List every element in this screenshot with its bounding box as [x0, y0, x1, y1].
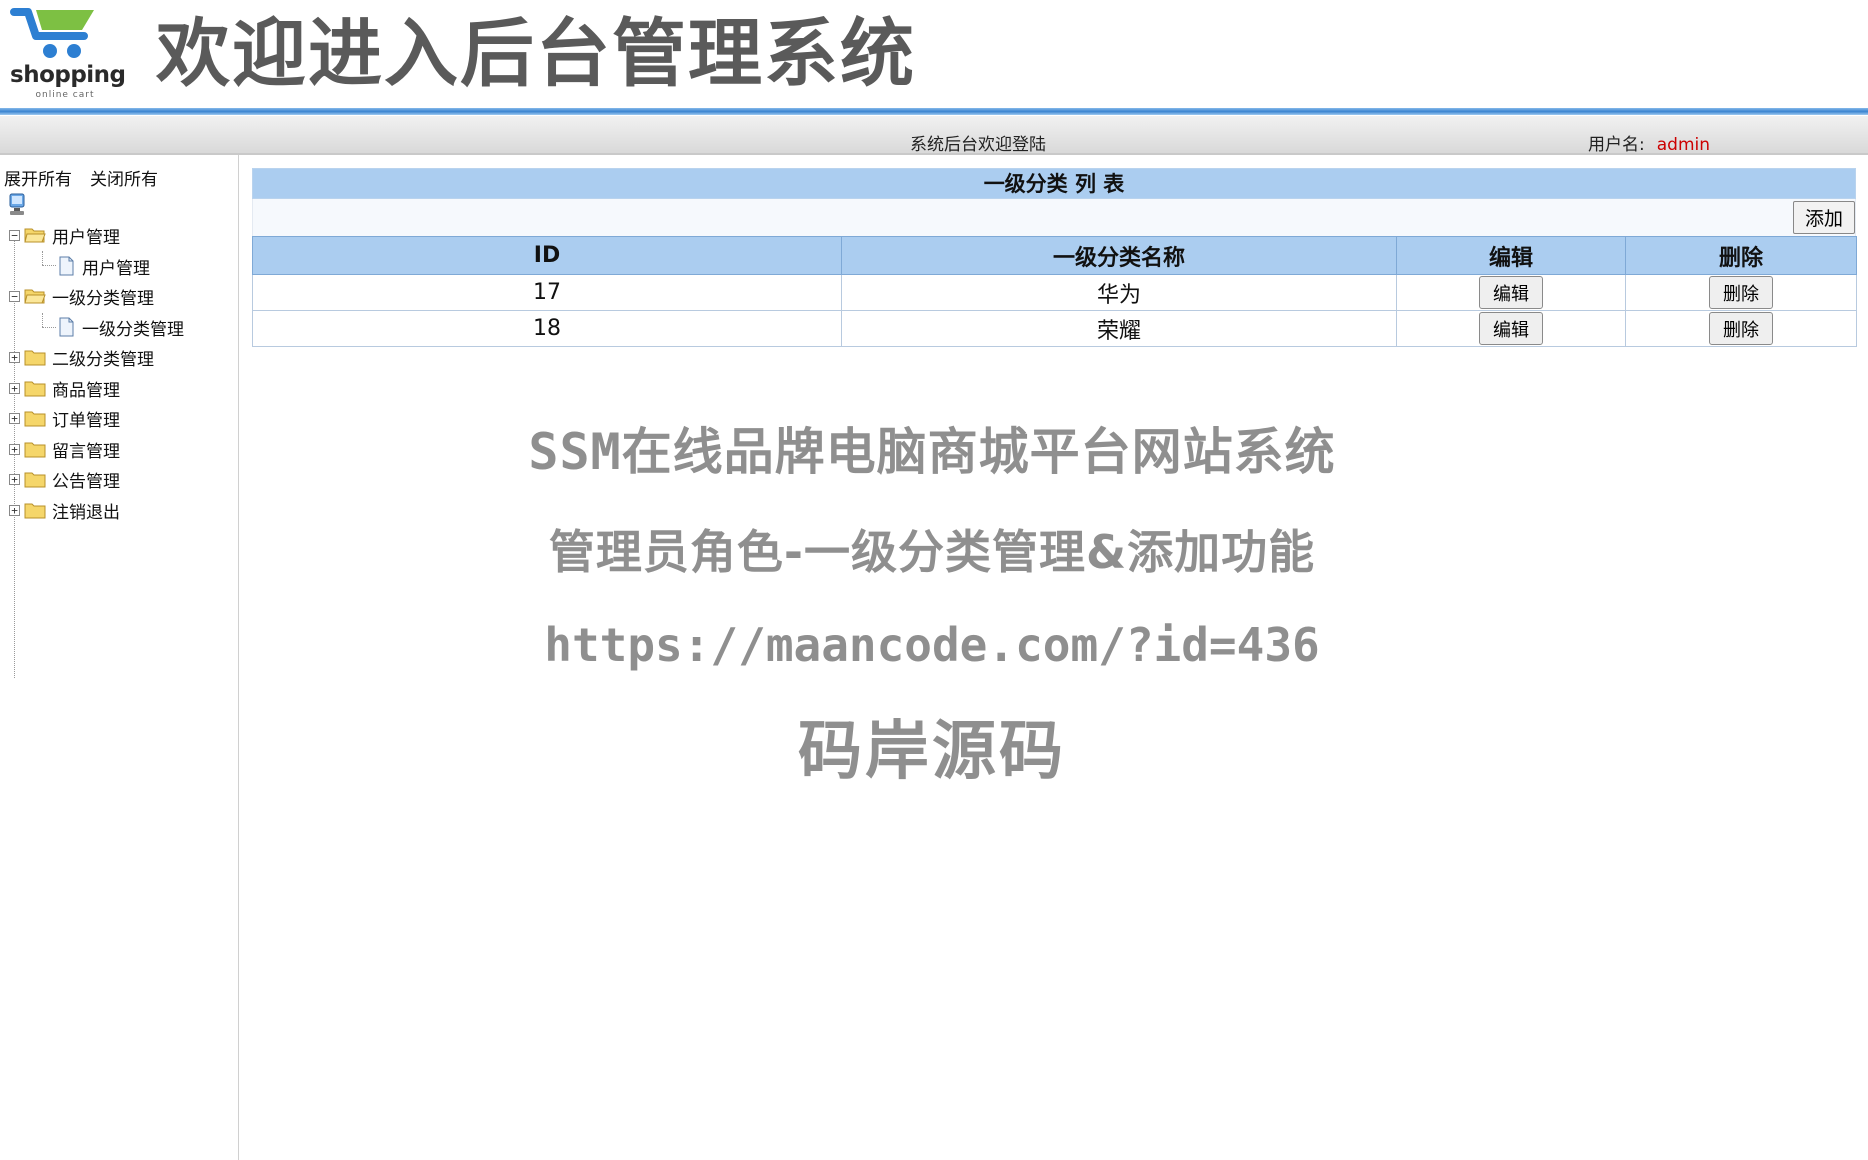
- tree-guide-line: [42, 313, 43, 327]
- sidebar-item-label: 注销退出: [52, 502, 120, 523]
- add-button[interactable]: 添加: [1793, 201, 1855, 234]
- sidebar-item-label: 用户管理: [52, 227, 120, 248]
- welcome-text: 系统后台欢迎登陆: [910, 135, 1046, 155]
- header: shopping online cart 欢迎进入后台管理系统: [0, 0, 1868, 108]
- cell-delete: 删除: [1625, 310, 1857, 347]
- cell-name: 荣耀: [841, 310, 1397, 347]
- watermark-brand: 码岸源码: [798, 715, 1066, 789]
- open-folder-icon: [24, 289, 46, 304]
- watermark-title: SSM在线品牌电脑商城平台网站系统: [528, 423, 1336, 481]
- folder-icon: [24, 411, 46, 427]
- table-row: 17 华为 编辑 删除: [252, 274, 1857, 311]
- sidebar-item-logout[interactable]: + 注销退出: [9, 498, 120, 523]
- collapse-toggle-icon[interactable]: −: [9, 290, 20, 302]
- sidebar-item-orders[interactable]: + 订单管理: [9, 406, 120, 431]
- category-table: ID 一级分类名称 编辑 删除 17 华为 编辑 删除 18 荣耀 编辑 删除: [252, 236, 1857, 347]
- header-divider: [0, 108, 1868, 115]
- cell-id: 18: [252, 310, 842, 347]
- table-row: 18 荣耀 编辑 删除: [252, 310, 1857, 347]
- info-bar: 系统后台欢迎登陆 用户名: admin: [0, 116, 1868, 155]
- username-value: admin: [1656, 135, 1711, 155]
- cell-name: 华为: [841, 274, 1397, 311]
- collapse-toggle-icon[interactable]: −: [9, 229, 20, 241]
- logo-text: shopping: [10, 62, 126, 88]
- folder-icon: [24, 472, 46, 488]
- watermark-url: https://maancode.com/?id=436: [544, 618, 1320, 672]
- table-header-row: ID 一级分类名称 编辑 删除: [252, 236, 1857, 275]
- sidebar-subitem-category-level1[interactable]: 一级分类管理: [58, 315, 184, 340]
- sidebar-item-label: 留言管理: [52, 441, 120, 462]
- expand-all-link[interactable]: 展开所有: [4, 170, 72, 190]
- delete-button[interactable]: 删除: [1709, 312, 1773, 345]
- sidebar-item-user-management[interactable]: − 用户管理: [9, 223, 120, 248]
- sidebar-tree: 展开所有 关闭所有 − 用户管理 用户管理 − 一级分类管理 一级分类管理 + 二…: [0, 155, 239, 1160]
- tree-guide-line: [42, 327, 56, 328]
- computer-icon: [9, 193, 25, 215]
- sidebar-item-label: 公告管理: [52, 471, 120, 492]
- sidebar-subitem-user-management[interactable]: 用户管理: [58, 254, 150, 279]
- expand-toggle-icon[interactable]: +: [9, 504, 20, 516]
- cart-icon: [10, 8, 94, 58]
- sidebar-item-label: 二级分类管理: [52, 349, 154, 370]
- sidebar-item-label: 商品管理: [52, 380, 120, 401]
- expand-toggle-icon[interactable]: +: [9, 351, 20, 363]
- watermark-subtitle: 管理员角色-一级分类管理&添加功能: [548, 525, 1316, 579]
- page-title: 欢迎进入后台管理系统: [156, 11, 916, 97]
- page-icon: [59, 256, 74, 276]
- column-header-name: 一级分类名称: [841, 236, 1397, 275]
- tree-guide-line: [42, 251, 43, 265]
- cell-edit: 编辑: [1396, 274, 1626, 311]
- list-title: 一级分类 列 表: [252, 168, 1856, 199]
- user-info: 用户名: admin: [1588, 130, 1710, 155]
- folder-icon: [24, 442, 46, 458]
- sidebar-item-label: 订单管理: [52, 410, 120, 431]
- delete-button[interactable]: 删除: [1709, 276, 1773, 309]
- column-header-delete: 删除: [1625, 236, 1857, 275]
- edit-button[interactable]: 编辑: [1479, 312, 1543, 345]
- sidebar-item-announcements[interactable]: + 公告管理: [9, 467, 120, 492]
- sidebar-item-label: 用户管理: [82, 258, 150, 279]
- column-header-edit: 编辑: [1396, 236, 1626, 275]
- sidebar-item-category-level2[interactable]: + 二级分类管理: [9, 345, 154, 370]
- sidebar-item-label: 一级分类管理: [52, 288, 154, 309]
- username-label: 用户名:: [1588, 135, 1645, 155]
- folder-icon: [24, 503, 46, 519]
- folder-icon: [24, 350, 46, 366]
- page-icon: [59, 317, 74, 337]
- expand-toggle-icon[interactable]: +: [9, 412, 20, 424]
- tree-controls: 展开所有 关闭所有: [4, 165, 158, 190]
- open-folder-icon: [24, 228, 46, 243]
- collapse-all-link[interactable]: 关闭所有: [90, 170, 158, 190]
- expand-toggle-icon[interactable]: +: [9, 473, 20, 485]
- cell-id: 17: [252, 274, 842, 311]
- sidebar-item-products[interactable]: + 商品管理: [9, 376, 120, 401]
- sidebar-item-category-level1[interactable]: − 一级分类管理: [9, 284, 154, 309]
- column-header-id: ID: [252, 236, 842, 275]
- tree-guide-line: [42, 265, 56, 266]
- sidebar-item-label: 一级分类管理: [82, 319, 184, 340]
- edit-button[interactable]: 编辑: [1479, 276, 1543, 309]
- expand-toggle-icon[interactable]: +: [9, 382, 20, 394]
- cell-edit: 编辑: [1396, 310, 1626, 347]
- shopping-cart-logo: shopping online cart: [10, 4, 126, 100]
- expand-toggle-icon[interactable]: +: [9, 443, 20, 455]
- toolbar: 添加: [252, 199, 1856, 236]
- sidebar-item-messages[interactable]: + 留言管理: [9, 437, 120, 462]
- folder-icon: [24, 381, 46, 397]
- main-content: 一级分类 列 表 添加 ID 一级分类名称 编辑 删除 17 华为 编辑 删除 …: [252, 168, 1857, 347]
- logo-subtext: online cart: [35, 90, 95, 100]
- cell-delete: 删除: [1625, 274, 1857, 311]
